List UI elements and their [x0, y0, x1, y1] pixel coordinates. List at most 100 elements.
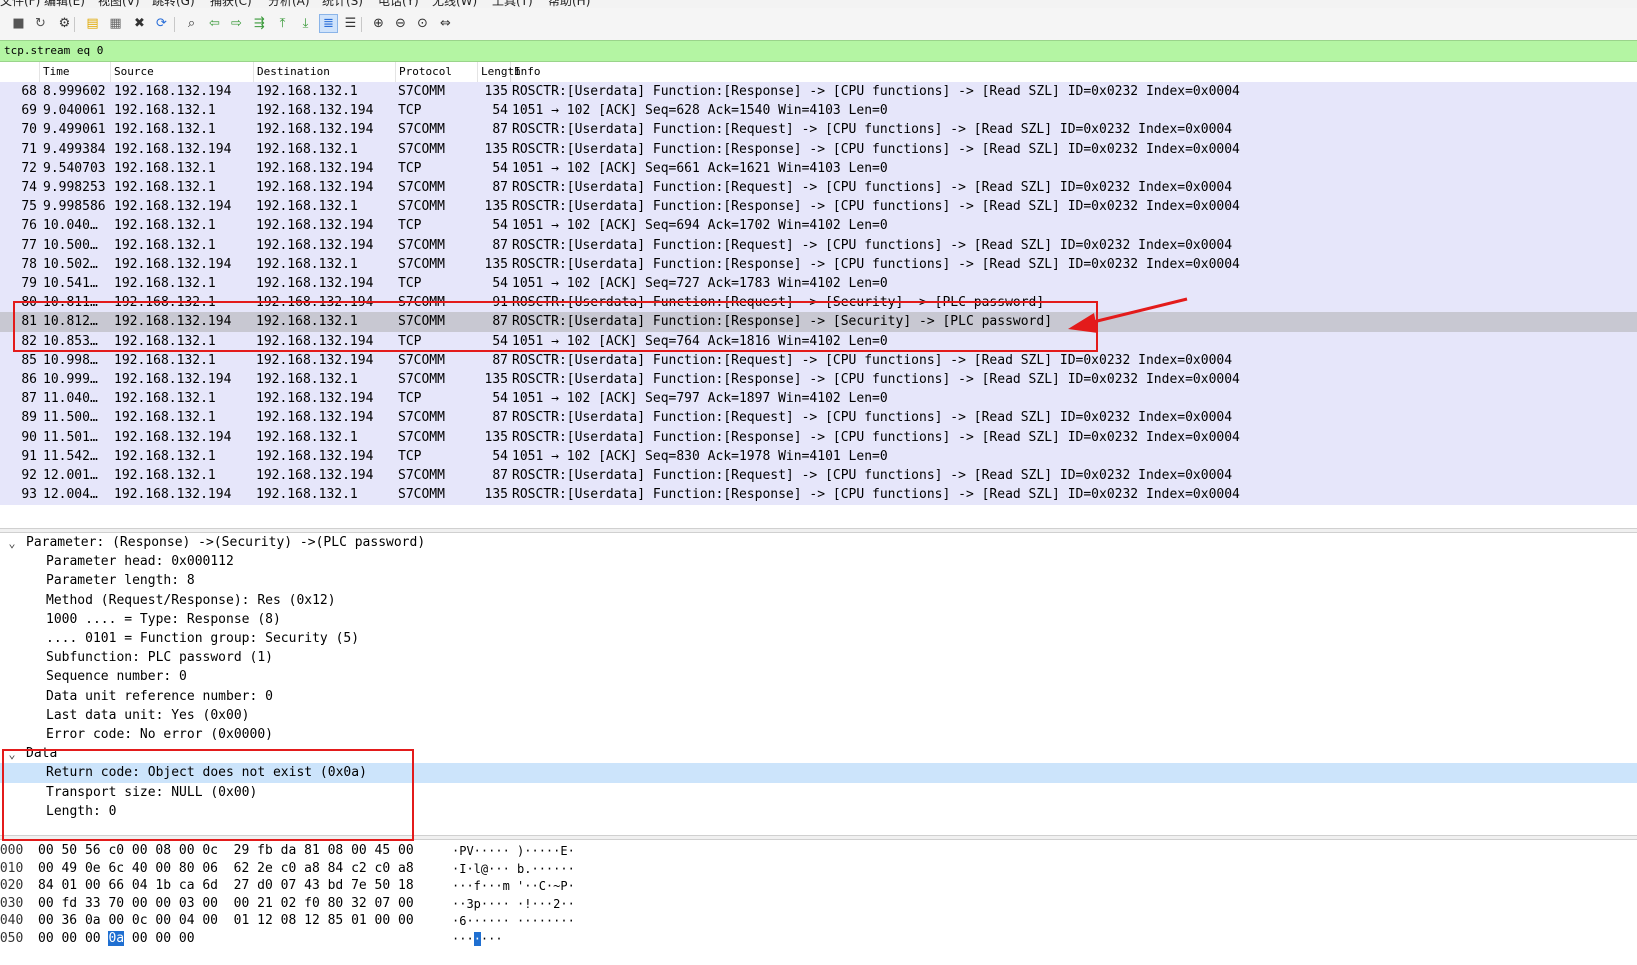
packet-cell-info: 1051 → 102 [ACK] Seq=727 Ack=1783 Win=41…: [512, 276, 888, 291]
go-to-packet-icon[interactable]: ⇶: [251, 15, 268, 32]
stop-capture-icon[interactable]: ■: [10, 15, 27, 32]
packet-row[interactable]: 74 9.998253 192.168.132.1 192.168.132.194 S7…: [0, 178, 1637, 198]
packet-row[interactable]: 85 10.998… 192.168.132.1 192.168.132.194 S7C…: [0, 350, 1637, 371]
tree-leaf[interactable]: Method (Request/Response): Res (0x12): [0, 591, 1637, 611]
menu-item[interactable]: 视图(V): [98, 0, 140, 8]
packet-row[interactable]: 71 9.499384 192.168.132.194 192.168.132.1 S7…: [0, 139, 1637, 160]
column-header-protocol[interactable]: Protocol: [396, 62, 478, 82]
tree-leaf[interactable]: .... 0101 = Function group: Security (5): [0, 629, 1637, 649]
tree-leaf[interactable]: 1000 .... = Type: Response (8): [0, 610, 1637, 630]
column-header-source[interactable]: Source: [111, 62, 254, 82]
bytes-hex[interactable]: 00 fd 33 70 00 00 03 00 00 21 02 f0 80 3…: [38, 895, 414, 913]
tree-leaf[interactable]: Error code: No error (0x0000): [0, 725, 1637, 745]
go-forward-icon[interactable]: ⇨: [228, 15, 245, 32]
tree-leaf[interactable]: Return code: Object does not exist (0x0a…: [0, 763, 1637, 784]
open-file-icon[interactable]: ▤: [84, 15, 101, 32]
packet-cell-dst: 192.168.132.1: [256, 372, 358, 387]
tree-label: Data unit reference number: 0: [46, 688, 273, 704]
display-filter-input[interactable]: [4, 42, 1624, 59]
packet-row[interactable]: 76 10.040… 192.168.132.1 192.168.132.194 TCP…: [0, 216, 1637, 237]
packet-row[interactable]: 81 10.812… 192.168.132.194 192.168.132.1 S7C…: [0, 312, 1637, 333]
packet-row[interactable]: 75 9.998586 192.168.132.194 192.168.132.1 S7…: [0, 197, 1637, 218]
packet-row[interactable]: 77 10.500… 192.168.132.1 192.168.132.194 S7C…: [0, 235, 1637, 256]
column-header-info[interactable]: Info: [511, 62, 1637, 82]
save-file-icon[interactable]: ▦: [107, 15, 124, 32]
bytes-ascii[interactable]: ···f···m '··C·~P·: [452, 877, 575, 895]
bytes-hex[interactable]: 84 01 00 66 04 1b ca 6d 27 d0 07 43 bd 7…: [38, 877, 414, 895]
tree-node[interactable]: ⌄ Data: [0, 744, 1637, 764]
find-packet-icon[interactable]: ⌕: [183, 15, 200, 32]
column-header-length[interactable]: Length: [478, 62, 521, 82]
tree-leaf[interactable]: Transport size: NULL (0x00): [0, 783, 1637, 803]
menu-item[interactable]: 工具(T): [492, 0, 533, 8]
capture-options-icon[interactable]: ⚙: [56, 15, 73, 32]
hex-group: 00 00 00: [124, 931, 195, 946]
packet-row[interactable]: 78 10.502… 192.168.132.194 192.168.132.1 S7C…: [0, 254, 1637, 275]
go-back-icon[interactable]: ⇦: [206, 15, 223, 32]
bytes-hex[interactable]: 00 50 56 c0 00 08 00 0c 29 fb da 81 08 0…: [38, 842, 414, 860]
bytes-hex[interactable]: 00 49 0e 6c 40 00 80 06 62 2e c0 a8 84 c…: [38, 860, 414, 878]
packet-row[interactable]: 80 10.811… 192.168.132.1 192.168.132.194 S7C…: [0, 293, 1637, 314]
tree-leaf[interactable]: Parameter head: 0x000112: [0, 552, 1637, 572]
bytes-ascii[interactable]: ·I·l@··· b.······: [452, 860, 575, 878]
tree-leaf[interactable]: Parameter length: 8: [0, 571, 1637, 591]
colorize-icon[interactable]: ☰: [342, 15, 359, 32]
bytes-hex[interactable]: 00 00 00 0a 00 00 00: [38, 930, 195, 948]
go-last-icon[interactable]: ⤓: [297, 15, 314, 32]
packet-row[interactable]: 86 10.999… 192.168.132.194 192.168.132.1 S7C…: [0, 370, 1637, 390]
column-header-no[interactable]: [0, 62, 40, 82]
packet-row[interactable]: 72 9.540703 192.168.132.1 192.168.132.194 TC…: [0, 158, 1637, 179]
packet-row[interactable]: 89 11.500… 192.168.132.1 192.168.132.194 S7C…: [0, 408, 1637, 429]
packet-cell-info: ROSCTR:[Userdata] Function:[Request] -> …: [512, 295, 1045, 311]
zoom-out-icon[interactable]: ⊖: [392, 15, 409, 32]
reload-file-icon[interactable]: ⟳: [153, 15, 170, 32]
menu-item[interactable]: 捕获(C): [210, 0, 252, 8]
tree-leaf[interactable]: Last data unit: Yes (0x00): [0, 706, 1637, 726]
packet-row[interactable]: 90 11.501… 192.168.132.194 192.168.132.1 S7C…: [0, 427, 1637, 448]
packet-cell-info: ROSCTR:[Userdata] Function:[Response] ->…: [512, 141, 1240, 157]
zoom-normal-icon[interactable]: ⊙: [414, 15, 431, 32]
packet-cell-proto: S7COMM: [398, 314, 445, 330]
packet-row[interactable]: 82 10.853… 192.168.132.1 192.168.132.194 TCP…: [0, 331, 1637, 352]
bytes-ascii[interactable]: ·6······ ········: [452, 912, 575, 930]
bytes-hex[interactable]: 00 36 0a 00 0c 00 04 00 01 12 08 12 85 0…: [38, 912, 414, 930]
chevron-down-icon[interactable]: ⌄: [6, 744, 18, 764]
packet-row[interactable]: 92 12.001… 192.168.132.1 192.168.132.194 S7C…: [0, 466, 1637, 486]
packet-row[interactable]: 87 11.040… 192.168.132.1 192.168.132.194 TCP…: [0, 389, 1637, 410]
hex-group: 62 2e c0 a8 84 c2 c0 a8: [233, 860, 414, 876]
go-first-icon[interactable]: ⤒: [274, 15, 291, 32]
packet-row[interactable]: 68 8.999602 192.168.132.194 192.168.132.1 S7…: [0, 82, 1637, 102]
pane-splitter[interactable]: [0, 835, 1637, 840]
menu-item[interactable]: 分析(A): [268, 0, 310, 8]
column-header-time[interactable]: Time: [40, 62, 111, 82]
zoom-in-icon[interactable]: ⊕: [370, 15, 387, 32]
tree-label: 1000 .... = Type: Response (8): [46, 611, 281, 627]
menu-item[interactable]: 统计(S): [322, 0, 363, 8]
tree-leaf[interactable]: Data unit reference number: 0: [0, 687, 1637, 707]
menu-item[interactable]: 帮助(H): [548, 0, 590, 8]
bytes-ascii[interactable]: ··3p···· ·!···2··: [452, 895, 575, 913]
menu-item[interactable]: 编辑(E): [44, 0, 85, 8]
restart-capture-icon[interactable]: ↻: [32, 15, 49, 32]
menu-item[interactable]: 无线(W): [432, 0, 477, 8]
close-file-icon[interactable]: ✖: [131, 15, 148, 32]
menu-item[interactable]: 跳转(G): [152, 0, 195, 8]
packet-row[interactable]: 69 9.040061 192.168.132.1 192.168.132.194 TC…: [0, 101, 1637, 122]
packet-row[interactable]: 93 12.004… 192.168.132.194 192.168.132.1 S7C…: [0, 485, 1637, 506]
tree-node[interactable]: ⌄ Parameter: (Response) ->(Security) ->(P…: [0, 533, 1637, 553]
tree-leaf[interactable]: Sequence number: 0: [0, 667, 1637, 687]
menu-item[interactable]: 文件(F): [0, 0, 40, 8]
packet-row[interactable]: 70 9.499061 192.168.132.1 192.168.132.194 S7…: [0, 120, 1637, 141]
packet-row[interactable]: 79 10.541… 192.168.132.1 192.168.132.194 TCP…: [0, 274, 1637, 294]
resize-columns-icon[interactable]: ⇔: [437, 15, 454, 32]
menu-item[interactable]: 电话(Y): [378, 0, 419, 8]
tree-leaf[interactable]: Subfunction: PLC password (1): [0, 648, 1637, 668]
tree-leaf[interactable]: Length: 0: [0, 802, 1637, 822]
column-header-destination[interactable]: Destination: [254, 62, 396, 82]
chevron-down-icon[interactable]: ⌄: [6, 533, 18, 553]
packet-row[interactable]: 91 11.542… 192.168.132.1 192.168.132.194 TCP…: [0, 446, 1637, 467]
bytes-ascii[interactable]: ·······: [452, 930, 503, 948]
packet-cell-dst: 192.168.132.194: [256, 333, 374, 349]
auto-scroll-icon[interactable]: ≣: [319, 14, 338, 33]
bytes-ascii[interactable]: ·PV····· )·····E·: [452, 842, 575, 860]
